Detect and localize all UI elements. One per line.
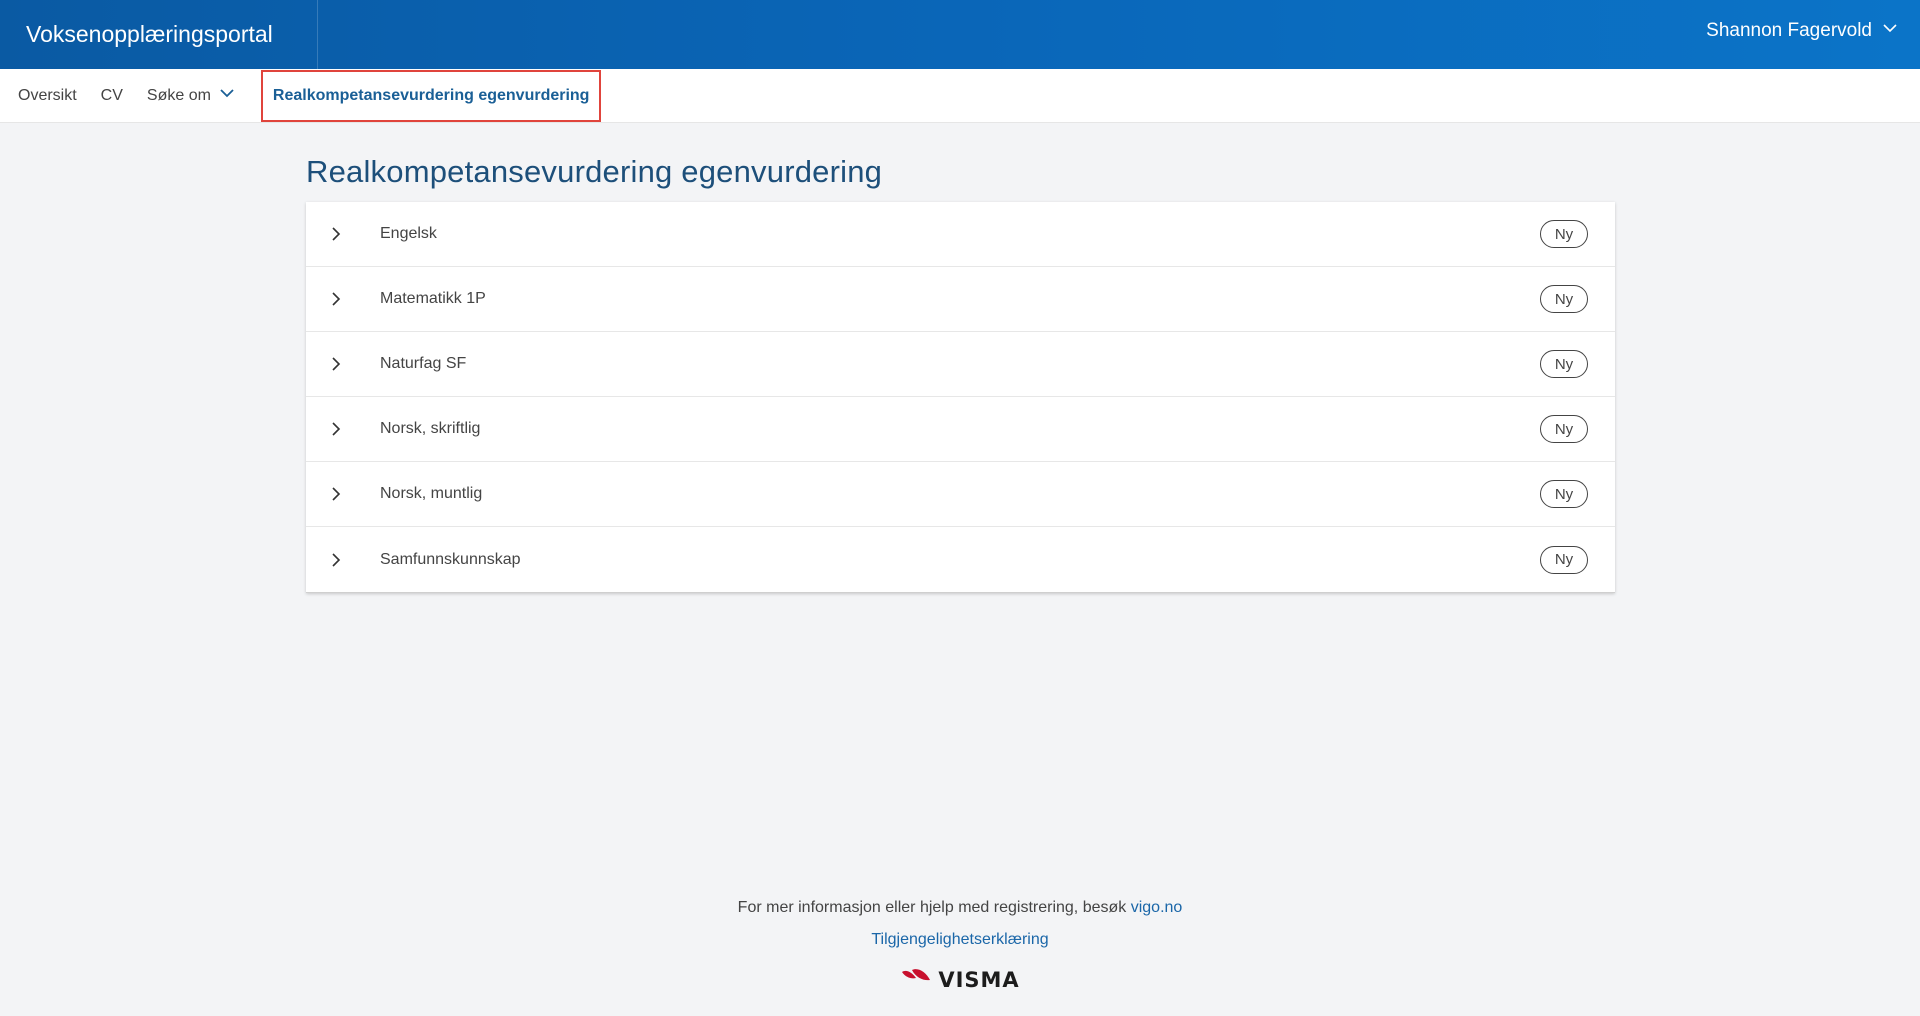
list-item-label: Norsk, muntlig: [380, 485, 483, 502]
chevron-down-icon: [1882, 20, 1898, 42]
footer: For mer informasjon eller hjelp med regi…: [0, 895, 1920, 993]
chevron-right-icon[interactable]: [326, 354, 346, 374]
list-item[interactable]: Norsk, skriftlig Ny: [306, 397, 1615, 462]
chevron-right-icon[interactable]: [326, 484, 346, 504]
footer-info: For mer informasjon eller hjelp med regi…: [0, 895, 1920, 921]
status-badge: Ny: [1540, 220, 1588, 248]
user-name: Shannon Fagervold: [1706, 20, 1872, 41]
chevron-down-icon: [219, 85, 235, 106]
list-item-label: Naturfag SF: [380, 355, 467, 372]
list-item[interactable]: Norsk, muntlig Ny: [306, 462, 1615, 527]
list-item[interactable]: Naturfag SF Ny: [306, 332, 1615, 397]
nav-cv[interactable]: CV: [89, 69, 135, 123]
list-item-label: Engelsk: [380, 225, 437, 242]
list-item[interactable]: Matematikk 1P Ny: [306, 267, 1615, 332]
visma-logo-text: VISMA: [938, 967, 1020, 992]
vigo-link[interactable]: vigo.no: [1131, 899, 1183, 916]
nav-item-label: Søke om: [146, 86, 211, 104]
page-title: Realkompetansevurdering egenvurdering: [306, 154, 883, 189]
main-nav: Oversikt CV Søke om Realkompetansevurder…: [0, 69, 1920, 123]
nav-oversikt[interactable]: Oversikt: [6, 69, 89, 123]
status-badge: Ny: [1540, 545, 1588, 574]
status-badge: Ny: [1540, 480, 1588, 508]
status-badge: Ny: [1540, 285, 1588, 313]
chevron-right-icon[interactable]: [326, 224, 346, 244]
visma-logo: VISMA: [900, 966, 1019, 993]
chevron-right-icon[interactable]: [326, 550, 346, 570]
nav-soke-om[interactable]: Søke om: [135, 69, 247, 123]
status-badge: Ny: [1540, 350, 1588, 378]
app-title[interactable]: Voksenopplæringsportal: [0, 0, 318, 69]
list-item[interactable]: Samfunnskunnskap Ny: [306, 527, 1615, 592]
accessibility-link[interactable]: Tilgjengelighetserklæring: [871, 931, 1048, 948]
list-item-label: Matematikk 1P: [380, 290, 486, 307]
chevron-right-icon[interactable]: [326, 419, 346, 439]
footer-info-text: For mer informasjon eller hjelp med regi…: [737, 899, 1127, 916]
list-item-label: Samfunnskunnskap: [380, 550, 521, 568]
nav-item-label: CV: [100, 86, 123, 104]
user-menu[interactable]: Shannon Fagervold: [1706, 0, 1898, 62]
visma-logo-icon: [900, 966, 932, 993]
nav-item-label: Oversikt: [18, 86, 77, 104]
chevron-right-icon[interactable]: [326, 289, 346, 309]
list-item-label: Norsk, skriftlig: [380, 420, 481, 437]
status-badge: Ny: [1540, 415, 1588, 443]
main-content: Realkompetansevurdering egenvurdering En…: [306, 150, 1615, 593]
top-header: Voksenopplæringsportal Shannon Fagervold: [0, 0, 1920, 69]
nav-realkompetansevurdering[interactable]: Realkompetansevurdering egenvurdering: [260, 69, 602, 122]
subject-list: Engelsk Ny Matematikk 1P Ny Naturfag SF …: [306, 202, 1615, 593]
nav-item-label: Realkompetansevurdering egenvurdering: [272, 86, 590, 104]
list-item[interactable]: Engelsk Ny: [306, 202, 1615, 267]
